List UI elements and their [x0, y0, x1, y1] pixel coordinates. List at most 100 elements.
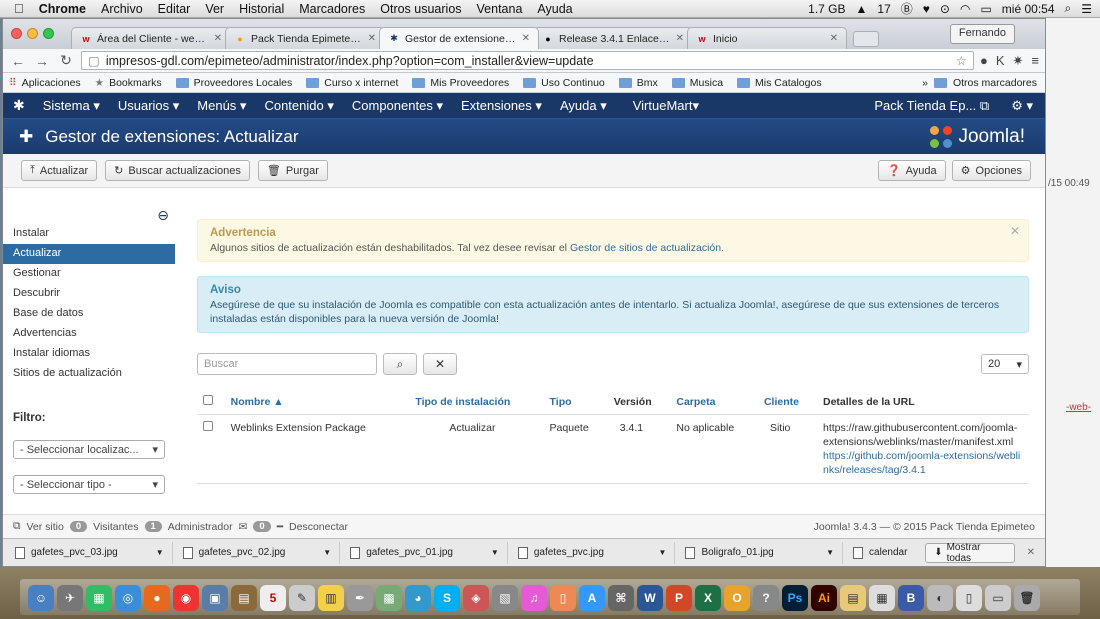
document-icon[interactable]: ▯: [956, 585, 982, 611]
menu-ventana[interactable]: Ventana: [477, 2, 523, 16]
heart-icon[interactable]: ♥: [923, 2, 930, 16]
download-item[interactable]: gafetes_pvc_01.jpg ▼: [342, 541, 508, 564]
menu-usuarios[interactable]: Usuarios ▾: [118, 98, 179, 114]
illustrator-icon[interactable]: Ai: [811, 585, 837, 611]
app-icon-4[interactable]: ⌘: [608, 585, 634, 611]
app-icon-8[interactable]: ◐: [927, 585, 953, 611]
menu-otros-usuarios[interactable]: Otros usuarios: [380, 2, 461, 16]
search-input[interactable]: Buscar: [197, 353, 377, 375]
pen-icon[interactable]: ✒: [347, 585, 373, 611]
other-bookmarks[interactable]: » Otros marcadores: [922, 77, 1045, 89]
clear-button[interactable]: ✕: [423, 353, 457, 375]
firefox-icon[interactable]: ●: [144, 585, 170, 611]
upload-icon[interactable]: ▲: [856, 2, 868, 16]
bookmark-curso[interactable]: Curso x internet: [306, 77, 398, 89]
close-tab-icon[interactable]: ✕: [676, 33, 684, 44]
purge-button[interactable]: 🗑 Purgar: [257, 160, 328, 181]
sidebar-item-sitios[interactable]: Sitios de actualización: [3, 364, 175, 384]
app-icon-6[interactable]: ▦: [869, 585, 895, 611]
search-icon[interactable]: ⌕: [1065, 1, 1072, 16]
bookmark-bookmarks[interactable]: ★ Bookmarks: [95, 77, 162, 89]
checkbox[interactable]: [203, 421, 213, 431]
sidebar-item-instalar[interactable]: Instalar: [3, 224, 175, 244]
tab-pack-tienda[interactable]: ● Pack Tienda Epimeteo - Pa ✕: [225, 27, 385, 49]
bookmark-aplicaciones[interactable]: ⠿ Aplicaciones: [9, 77, 81, 89]
chevron-down-icon[interactable]: ▼: [156, 548, 164, 557]
new-tab-button[interactable]: [853, 31, 879, 47]
site-link[interactable]: Pack Tienda Ep... ⧉: [874, 98, 989, 114]
launchpad-icon[interactable]: ✈: [57, 585, 83, 611]
col-cliente[interactable]: Cliente: [757, 389, 817, 415]
desktop-link[interactable]: -web-: [1066, 402, 1091, 413]
textedit-icon[interactable]: ✎: [289, 585, 315, 611]
chevron-down-icon[interactable]: ▼: [491, 548, 499, 557]
word-icon[interactable]: W: [637, 585, 663, 611]
bookmark-musica[interactable]: Musica: [671, 77, 723, 89]
menu-menus[interactable]: Menús ▾: [197, 98, 246, 114]
sidebar-item-advertencias[interactable]: Advertencias: [3, 324, 175, 344]
tab-release[interactable]: ● Release 3.4.1 Enlaces · joo ✕: [533, 27, 693, 49]
appstore-icon[interactable]: A: [579, 585, 605, 611]
close-tab-icon[interactable]: ✕: [830, 33, 838, 44]
menu-editar[interactable]: Editar: [158, 2, 191, 16]
sidebar-item-base-datos[interactable]: Base de datos: [3, 304, 175, 324]
search-button[interactable]: ⌕: [383, 353, 417, 375]
extension-k-icon[interactable]: K: [996, 53, 1005, 68]
calendar-count[interactable]: 17: [877, 2, 890, 16]
download-item[interactable]: calendar: [845, 542, 923, 564]
extension-dark-icon[interactable]: ●: [980, 53, 988, 68]
row-select[interactable]: [197, 414, 225, 484]
logout-link[interactable]: Desconectar: [289, 521, 348, 533]
joomla-logo-icon[interactable]: ✱: [13, 97, 25, 114]
app-icon-3[interactable]: ▧: [492, 585, 518, 611]
close-tab-icon[interactable]: ✕: [368, 33, 376, 44]
bookmark-star-icon[interactable]: ☆: [956, 53, 967, 68]
menu-contenido[interactable]: Contenido ▾: [264, 98, 333, 114]
menu-extensiones[interactable]: Extensiones ▾: [461, 98, 542, 114]
tab-gestor-extensiones[interactable]: ✱ Gestor de extensiones - A ✕: [379, 27, 539, 49]
menu-sistema[interactable]: Sistema ▾: [43, 98, 100, 114]
app-icon-7[interactable]: B: [898, 585, 924, 611]
list-limit-select[interactable]: 20 ▾: [981, 354, 1029, 374]
bookmark-proveedores-locales[interactable]: Proveedores Locales: [175, 77, 292, 89]
photos-icon[interactable]: ▩: [376, 585, 402, 611]
menu-virtuemart[interactable]: VirtueMart▾: [633, 98, 699, 114]
user-settings-icon[interactable]: ⚙ ▾: [1011, 98, 1033, 114]
app-icon-5[interactable]: O: [724, 585, 750, 611]
bookmark-uso-continuo[interactable]: Uso Continuo: [523, 77, 605, 89]
bookmark-mis-proveedores[interactable]: Mis Proveedores: [412, 77, 509, 89]
finder-icon[interactable]: ☺: [28, 585, 54, 611]
menu-historial[interactable]: Historial: [239, 2, 284, 16]
find-updates-button[interactable]: ↻ Buscar actualizaciones: [105, 160, 250, 181]
download-item[interactable]: gafetes_pvc.jpg ▼: [510, 541, 676, 564]
photoshop-icon[interactable]: Ps: [782, 585, 808, 611]
close-window-button[interactable]: [11, 28, 22, 39]
app-icon-2[interactable]: ◈: [463, 585, 489, 611]
download-item[interactable]: gafetes_pvc_02.jpg ▼: [175, 541, 341, 564]
close-tab-icon[interactable]: ✕: [522, 33, 530, 44]
preview-icon[interactable]: ▣: [202, 585, 228, 611]
chrome-menu-icon[interactable]: ≡: [1031, 53, 1039, 68]
check-all[interactable]: [197, 389, 225, 415]
col-tipo[interactable]: Tipo: [543, 389, 608, 415]
clock-icon[interactable]: ⊙: [940, 2, 950, 16]
memory-status[interactable]: 1.7 GB: [808, 2, 845, 16]
chrome-icon[interactable]: ◉: [173, 585, 199, 611]
chevron-down-icon[interactable]: ▼: [826, 548, 834, 557]
bookmark-bmx[interactable]: Bmx: [618, 77, 658, 89]
forward-icon[interactable]: →: [33, 53, 51, 69]
zoom-window-button[interactable]: [43, 28, 54, 39]
col-tipo-instalacion[interactable]: Tipo de instalación: [409, 389, 544, 415]
menu-marcadores[interactable]: Marcadores: [299, 2, 365, 16]
excel-icon[interactable]: X: [695, 585, 721, 611]
app-menu[interactable]: Chrome: [39, 2, 86, 16]
battery-icon[interactable]: ▭: [980, 2, 991, 16]
apple-icon[interactable]: : [14, 1, 24, 16]
menu-ayuda-joomla[interactable]: Ayuda ▾: [560, 98, 607, 114]
folder-stack-icon[interactable]: ▭: [985, 585, 1011, 611]
sidebar-item-actualizar[interactable]: Actualizar: [3, 244, 175, 264]
bitcoin-icon[interactable]: Ⓑ: [901, 0, 913, 17]
ibooks-icon[interactable]: ▯: [550, 585, 576, 611]
wifi-icon[interactable]: ◠: [960, 2, 970, 16]
options-button[interactable]: ⚙ Opciones: [951, 160, 1031, 181]
